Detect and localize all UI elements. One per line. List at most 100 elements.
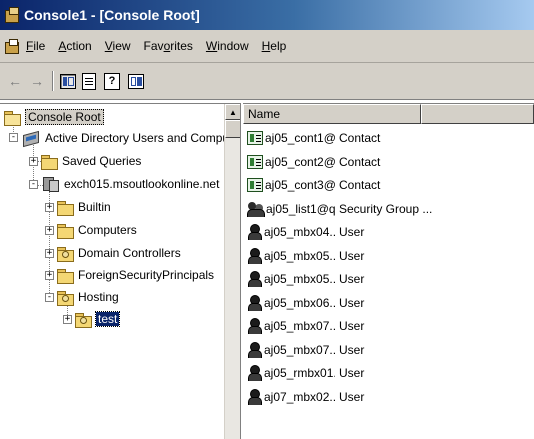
tree-item-foreign-security-principals[interactable]: ForeignSecurityPrincipals bbox=[57, 266, 214, 284]
list-item[interactable]: aj05_cont1@... Contact bbox=[243, 127, 534, 149]
tree-item-domain-controllers[interactable]: Domain Controllers bbox=[57, 244, 181, 262]
menu-help[interactable]: Help bbox=[262, 39, 287, 53]
results-list[interactable]: Name aj05_cont1@...Contactaj05_cont2@...… bbox=[243, 103, 534, 439]
list-item-type: User bbox=[339, 319, 365, 333]
list-item-name-text: aj05_cont1@... bbox=[265, 131, 335, 145]
collapse-toggle[interactable]: - bbox=[45, 293, 54, 302]
list-item-name: aj05_mbx07... bbox=[243, 341, 335, 358]
menu-window[interactable]: Window bbox=[206, 39, 249, 53]
list-item[interactable]: aj05_mbx06... User bbox=[243, 292, 534, 314]
tree-label: Console Root bbox=[25, 109, 104, 125]
expand-toggle[interactable]: + bbox=[63, 315, 72, 324]
list-item-type: User bbox=[339, 225, 365, 239]
folder-icon bbox=[57, 223, 74, 239]
list-item-type: Contact bbox=[339, 131, 381, 145]
list-item[interactable]: aj07_mbx02... User bbox=[243, 386, 534, 408]
menu-favorites[interactable]: Favorites bbox=[144, 39, 193, 53]
list-item[interactable]: aj05_cont2@... Contact bbox=[243, 151, 534, 173]
expand-toggle[interactable]: + bbox=[29, 157, 38, 166]
help-icon[interactable]: ? bbox=[104, 72, 120, 90]
list-item-name: aj05_mbx04... bbox=[243, 224, 335, 240]
menu-bar: File Action View Favorites Window Help bbox=[0, 30, 534, 63]
menu-view[interactable]: View bbox=[105, 39, 131, 53]
tree-item-hosting[interactable]: Hosting bbox=[57, 288, 119, 306]
list-item-name: aj05_cont2@... bbox=[243, 154, 335, 169]
list-item-type: Security Group ... bbox=[339, 201, 433, 216]
show-hide-action-pane-icon[interactable] bbox=[128, 73, 144, 89]
user-icon bbox=[247, 388, 262, 405]
tree-item-ad-users-computers[interactable]: Active Directory Users and Computers [DC bbox=[22, 129, 240, 147]
tree-scrollbar[interactable]: ▲ bbox=[224, 104, 240, 439]
list-item-name-text: aj05_list1@q... bbox=[266, 201, 335, 216]
scroll-thumb[interactable] bbox=[225, 120, 240, 138]
group-icon bbox=[247, 201, 265, 217]
collapse-toggle[interactable]: - bbox=[9, 133, 18, 142]
list-item-type: Contact bbox=[339, 154, 381, 169]
tree-item-test[interactable]: test bbox=[75, 310, 121, 328]
folder-icon bbox=[41, 154, 58, 170]
list-item-name: aj05_rmbx01... bbox=[243, 365, 335, 381]
list-item-type: Contact bbox=[339, 178, 381, 192]
domain-icon bbox=[41, 176, 59, 192]
tree-label: exch015.msoutlookonline.net bbox=[64, 177, 220, 191]
expand-toggle[interactable]: + bbox=[45, 203, 54, 212]
list-item[interactable]: aj05_rmbx01... User bbox=[243, 362, 534, 384]
tree-item-computers[interactable]: Computers bbox=[57, 221, 137, 239]
collapse-toggle[interactable]: - bbox=[29, 180, 38, 189]
list-item[interactable]: aj05_mbx07... User bbox=[243, 339, 534, 361]
show-hide-tree-icon[interactable] bbox=[60, 73, 76, 89]
menu-action[interactable]: Action bbox=[58, 39, 91, 53]
list-item[interactable]: aj05_cont3@... Contact bbox=[243, 174, 534, 196]
list-item-name: aj05_mbx06... bbox=[243, 294, 335, 311]
list-item-type: User bbox=[339, 342, 365, 357]
export-list-icon[interactable] bbox=[82, 72, 96, 90]
tree-item-builtin[interactable]: Builtin bbox=[57, 198, 111, 216]
list-item[interactable]: aj05_mbx07... User bbox=[243, 315, 534, 337]
list-item-name-text: aj05_mbx04... bbox=[264, 225, 335, 239]
list-item-name-text: aj05_mbx06... bbox=[264, 295, 335, 310]
column-header-name[interactable]: Name bbox=[243, 104, 421, 124]
list-item-name: aj07_mbx02... bbox=[243, 388, 335, 405]
user-icon bbox=[247, 318, 262, 334]
expand-toggle[interactable]: + bbox=[45, 271, 54, 280]
list-item[interactable]: aj05_mbx05... User bbox=[243, 245, 534, 267]
tree-item-console-root[interactable]: Console Root bbox=[4, 108, 104, 126]
user-icon bbox=[247, 294, 262, 311]
user-icon bbox=[247, 365, 262, 381]
tree-label: Hosting bbox=[78, 290, 119, 304]
list-item-name-text: aj05_mbx05... bbox=[264, 272, 335, 286]
column-header-type[interactable] bbox=[421, 104, 534, 124]
folder-open-icon bbox=[4, 110, 21, 126]
tree-item-domain[interactable]: exch015.msoutlookonline.net bbox=[41, 175, 219, 193]
list-item-name-text: aj05_mbx07... bbox=[264, 342, 335, 357]
list-item[interactable]: aj05_mbx04... User bbox=[243, 221, 534, 243]
list-item-name: aj05_list1@q... bbox=[243, 201, 335, 217]
list-item[interactable]: aj05_mbx05... User bbox=[243, 268, 534, 290]
list-item-name-text: aj05_cont2@... bbox=[265, 154, 335, 169]
ou-folder-icon bbox=[57, 246, 74, 262]
tree-item-saved-queries[interactable]: Saved Queries bbox=[41, 152, 141, 170]
expand-toggle[interactable]: + bbox=[45, 249, 54, 258]
console-menu-icon[interactable] bbox=[4, 38, 20, 54]
back-arrow-icon[interactable]: ← bbox=[6, 72, 24, 90]
list-item-name-text: aj05_mbx05... bbox=[264, 248, 335, 263]
contact-icon bbox=[247, 178, 263, 192]
expand-toggle[interactable]: + bbox=[45, 226, 54, 235]
window-title: Console1 - [Console Root] bbox=[24, 7, 200, 23]
tree-label: ForeignSecurityPrincipals bbox=[78, 268, 215, 282]
tree-label: Active Directory Users and Computers [DC bbox=[45, 131, 240, 145]
console-tree[interactable]: Console Root - Active Directory Users an… bbox=[0, 103, 241, 439]
list-item-name: aj05_cont1@... bbox=[243, 131, 335, 145]
user-icon bbox=[247, 247, 262, 264]
folder-icon bbox=[57, 200, 74, 216]
toolbar: ← → ? bbox=[0, 63, 534, 100]
scroll-up-arrow-icon[interactable]: ▲ bbox=[225, 104, 240, 120]
ou-folder-icon bbox=[57, 290, 74, 306]
forward-arrow-icon[interactable]: → bbox=[28, 72, 46, 90]
tree-label: Builtin bbox=[78, 200, 111, 214]
active-directory-icon bbox=[22, 130, 40, 146]
contact-icon bbox=[247, 131, 263, 145]
list-item[interactable]: aj05_list1@q... Security Group ... bbox=[243, 198, 534, 220]
menu-file[interactable]: File bbox=[26, 39, 45, 53]
list-item-type: User bbox=[339, 366, 365, 380]
